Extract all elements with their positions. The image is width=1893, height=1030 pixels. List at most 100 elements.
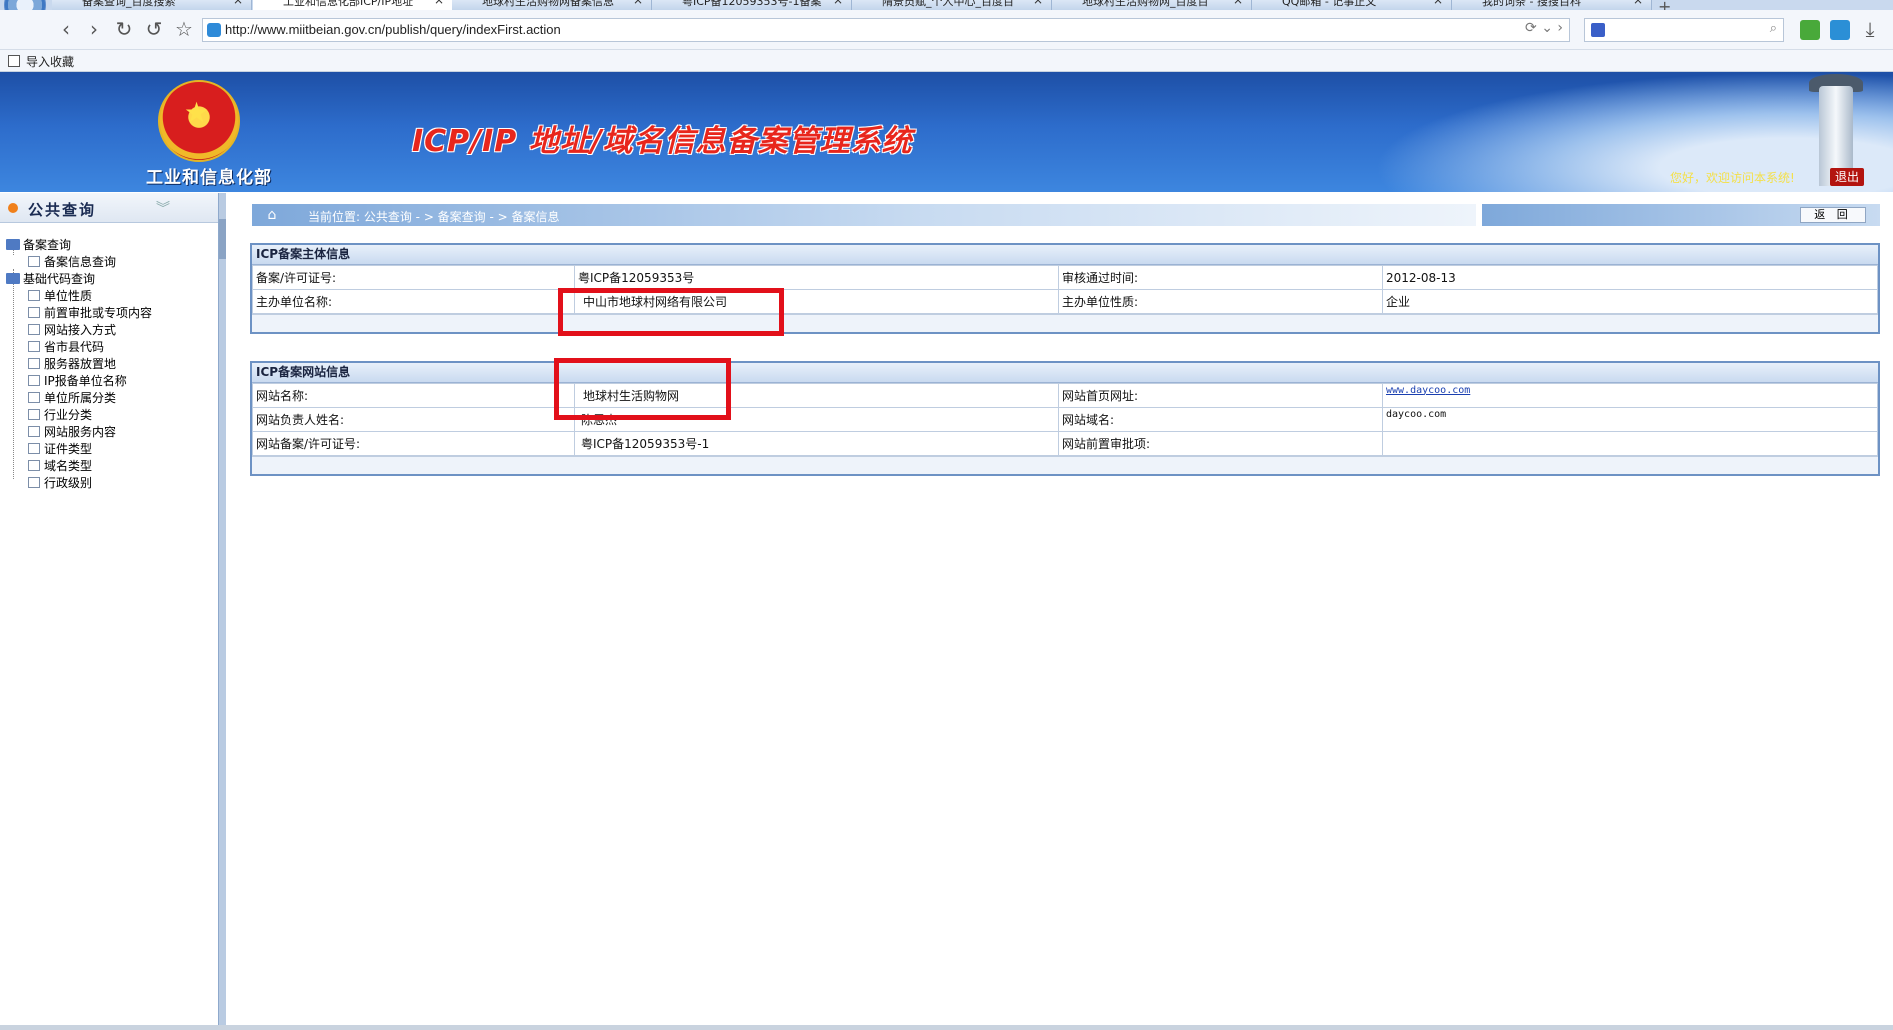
sidebar-item-id-type[interactable]: 证件类型 bbox=[28, 440, 92, 457]
tab-close-icon[interactable]: × bbox=[233, 0, 243, 6]
sidebar-item-unit-nature[interactable]: 单位性质 bbox=[28, 287, 92, 304]
sponsor-name-label: 主办单位名称: bbox=[252, 289, 575, 314]
panel-title: ICP备案网站信息 bbox=[252, 363, 1878, 383]
pre-approval-value bbox=[1382, 431, 1878, 456]
browser-tab[interactable]: 隋景员赋_个人中心_百度百 × bbox=[852, 0, 1052, 10]
panel-title: ICP备案主体信息 bbox=[252, 245, 1878, 265]
tab-close-icon[interactable]: × bbox=[833, 0, 843, 6]
search-icon[interactable]: ⌕ bbox=[1770, 21, 1777, 36]
sidebar-item-access-method[interactable]: 网站接入方式 bbox=[28, 321, 116, 338]
address-bar-controls-icon[interactable]: ⟳ ⌄ › bbox=[1525, 20, 1563, 36]
page-icon bbox=[28, 409, 40, 420]
site-license-value: 粤ICP备12059353号-1 bbox=[574, 431, 1059, 456]
browser-logo-icon[interactable] bbox=[4, 0, 46, 10]
bullet-dot-icon bbox=[8, 203, 18, 213]
bookmark-bar: 导入收藏 bbox=[0, 50, 1893, 72]
security-shield-icon bbox=[207, 23, 221, 37]
tab-close-icon[interactable]: × bbox=[434, 0, 444, 6]
crop-tool-icon[interactable] bbox=[1800, 20, 1820, 40]
panel-footer bbox=[252, 456, 1878, 474]
sidebar-item-service-content[interactable]: 网站服务内容 bbox=[28, 423, 116, 440]
homepage-url-label: 网站首页网址: bbox=[1058, 383, 1383, 408]
browser-tab-active[interactable]: 工业和信息化部ICP/IP地址 × bbox=[253, 0, 453, 10]
subject-info-table: 备案/许可证号: 粤ICP备12059353号 审核通过时间: 2012-08-… bbox=[252, 265, 1878, 314]
homepage-url-cell: www.daycoo.com bbox=[1382, 383, 1878, 408]
sidebar-title: 公共查询 bbox=[28, 201, 97, 219]
sidebar-splitter[interactable] bbox=[218, 193, 226, 1030]
sidebar-group-record-query[interactable]: 备案查询 bbox=[6, 236, 71, 253]
browser-tab[interactable]: 粤ICP备12059353号-1备案 × bbox=[652, 0, 852, 10]
url-text[interactable]: http://www.miitbeian.gov.cn/publish/quer… bbox=[225, 22, 561, 37]
page-icon bbox=[28, 324, 40, 335]
sidebar-item-ip-unit-name[interactable]: IP报备单位名称 bbox=[28, 372, 127, 389]
page-icon bbox=[28, 307, 40, 318]
home-icon[interactable]: ⌂ bbox=[264, 207, 280, 223]
table-row: 主办单位名称: 中山市地球村网络有限公司 主办单位性质: 企业 bbox=[252, 289, 1878, 314]
browser-tab[interactable]: 地球村生活购物网备案信息 × bbox=[452, 0, 652, 10]
status-bar bbox=[0, 1025, 1893, 1030]
browser-tab[interactable]: QQ邮箱 - 记事正文 × bbox=[1252, 0, 1452, 10]
collapse-chevron-icon[interactable]: ︾ bbox=[156, 198, 170, 218]
site-domain-label: 网站域名: bbox=[1058, 407, 1383, 432]
table-row: 网站备案/许可证号: 粤ICP备12059353号-1 网站前置审批项: bbox=[252, 431, 1878, 456]
website-info-table: 网站名称: 地球村生活购物网 网站首页网址: www.daycoo.com 网站… bbox=[252, 383, 1878, 456]
sidebar-item-server-location[interactable]: 服务器放置地 bbox=[28, 355, 116, 372]
sidebar-item-unit-category[interactable]: 单位所属分类 bbox=[28, 389, 116, 406]
sidebar-item-industry[interactable]: 行业分类 bbox=[28, 406, 92, 423]
browser-tab[interactable]: 我的词条 - 搜搜百科 × bbox=[1452, 0, 1652, 10]
homepage-url-link[interactable]: www.daycoo.com bbox=[1386, 385, 1470, 396]
page-icon bbox=[28, 477, 40, 488]
new-tab-button[interactable]: + bbox=[1658, 0, 1671, 10]
tab-close-icon[interactable]: × bbox=[1433, 0, 1443, 6]
forward-arrow-icon[interactable]: › bbox=[82, 18, 106, 42]
page-icon bbox=[28, 290, 40, 301]
back-button[interactable]: 返 回 bbox=[1800, 207, 1866, 223]
import-bookmarks-icon[interactable] bbox=[8, 55, 20, 67]
import-bookmarks-link[interactable]: 导入收藏 bbox=[26, 53, 74, 70]
sidebar-item-record-info-query[interactable]: 备案信息查询 bbox=[28, 253, 116, 270]
sidebar-toggle-icon[interactable] bbox=[1830, 20, 1850, 40]
sidebar-item-domain-type[interactable]: 域名类型 bbox=[28, 457, 92, 474]
folder-icon bbox=[6, 273, 20, 284]
splitter-handle[interactable] bbox=[219, 219, 226, 259]
browser-tab[interactable]: 地球村生活购物网_百度百 × bbox=[1052, 0, 1252, 10]
system-title: ICP/IP 地址/域名信息备案管理系统 bbox=[412, 124, 913, 159]
page-icon bbox=[28, 256, 40, 267]
browser-tab[interactable]: 备案查询_百度搜索 × bbox=[52, 0, 252, 10]
pre-approval-label: 网站前置审批项: bbox=[1058, 431, 1383, 456]
address-bar[interactable]: http://www.miitbeian.gov.cn/publish/quer… bbox=[202, 18, 1570, 42]
tab-close-icon[interactable]: × bbox=[633, 0, 643, 6]
highlight-box-site-name bbox=[554, 358, 731, 420]
site-domain-cell: daycoo.com bbox=[1382, 407, 1878, 432]
sponsor-nature-label: 主办单位性质: bbox=[1058, 289, 1383, 314]
browser-tab-strip: 备案查询_百度搜索 × 工业和信息化部ICP/IP地址 × 地球村生活购物网备案信息… bbox=[0, 0, 1893, 10]
sponsor-nature-value: 企业 bbox=[1382, 289, 1878, 314]
site-domain-value: daycoo.com bbox=[1386, 408, 1447, 420]
page-icon bbox=[28, 426, 40, 437]
main-content: ⌂ 当前位置: 公共查询 - > 备案查询 - > 备案信息 返 回 ICP备案… bbox=[226, 193, 1893, 1030]
site-name-label: 网站名称: bbox=[252, 383, 575, 408]
browser-navbar: ‹ › ↻ ↺ ☆ http://www.miitbeian.gov.cn/pu… bbox=[0, 10, 1893, 50]
sidebar-header[interactable]: 公共查询 ︾ bbox=[0, 193, 218, 223]
undo-icon[interactable]: ↺ bbox=[142, 18, 166, 42]
refresh-icon[interactable]: ↻ bbox=[112, 18, 136, 42]
welcome-text: 您好，欢迎访问本系统! bbox=[1670, 171, 1795, 185]
logout-button[interactable]: 退出 bbox=[1830, 168, 1864, 186]
tab-close-icon[interactable]: × bbox=[1033, 0, 1043, 6]
star-icon[interactable]: ☆ bbox=[172, 18, 196, 42]
site-banner: ★ 工业和信息化部 ICP/IP 地址/域名信息备案管理系统 您好，欢迎访问本系… bbox=[0, 72, 1893, 192]
search-engine-icon[interactable] bbox=[1591, 23, 1605, 37]
license-number-value: 粤ICP备12059353号 bbox=[574, 265, 1059, 290]
tab-close-icon[interactable]: × bbox=[1633, 0, 1643, 6]
website-info-panel: ICP备案网站信息 网站名称: 地球村生活购物网 网站首页网址: www.day… bbox=[250, 361, 1880, 476]
page-icon bbox=[28, 443, 40, 454]
tab-close-icon[interactable]: × bbox=[1233, 0, 1243, 6]
back-arrow-icon[interactable]: ‹ bbox=[54, 18, 78, 42]
sidebar-group-basic-code-query[interactable]: 基础代码查询 bbox=[6, 270, 95, 287]
page-icon bbox=[28, 460, 40, 471]
download-icon[interactable]: ⤓ bbox=[1858, 18, 1882, 42]
sidebar-item-region-code[interactable]: 省市县代码 bbox=[28, 338, 104, 355]
sidebar-item-admin-level[interactable]: 行政级别 bbox=[28, 474, 92, 491]
sidebar-item-pre-approval[interactable]: 前置审批或专项内容 bbox=[28, 304, 152, 321]
search-box[interactable]: ⌕ bbox=[1584, 18, 1784, 42]
